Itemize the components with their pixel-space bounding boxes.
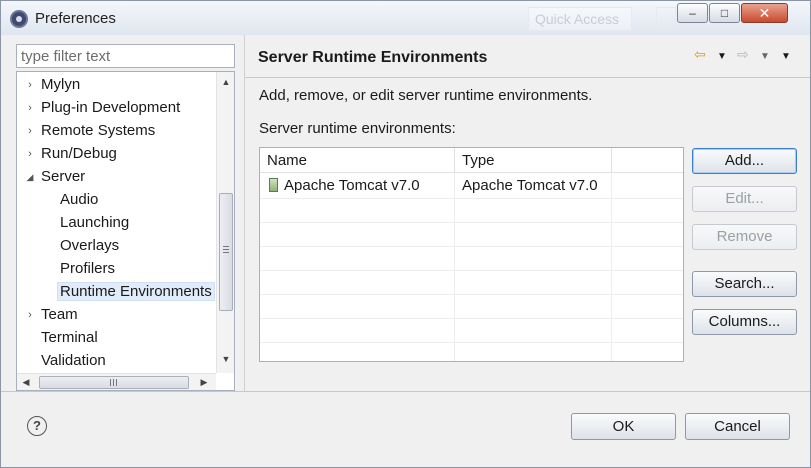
close-icon: ✕: [758, 4, 771, 21]
server-runtime-icon: [269, 178, 278, 192]
back-menu-icon[interactable]: ▼: [717, 51, 727, 62]
background-toolbar-button: [656, 7, 676, 31]
pane-divider[interactable]: [244, 35, 245, 391]
tree-item-label: Overlays: [60, 237, 120, 254]
tree-item-label: Validation: [41, 352, 106, 369]
back-arrow-icon[interactable]: ⇦: [694, 46, 706, 63]
tree-item-label: Remote Systems: [41, 122, 156, 139]
column-gridline: [611, 173, 612, 361]
help-icon[interactable]: ?: [27, 416, 47, 436]
tree-item-label: Profilers: [60, 260, 116, 277]
runtime-environments-table[interactable]: Name Type Apache Tomcat v7.0 Apache Tomc…: [259, 147, 684, 362]
runtime-type[interactable]: Apache Tomcat v7.0: [455, 174, 598, 198]
tree-item-label: Run/Debug: [41, 145, 117, 162]
window-title: Preferences: [35, 10, 116, 27]
page-title: Server Runtime Environments: [258, 49, 488, 66]
horizontal-scroll-thumb[interactable]: [39, 376, 189, 389]
tree-item-label: Terminal: [41, 329, 98, 346]
page-description: Add, remove, or edit server runtime envi…: [259, 87, 593, 104]
tree-horizontal-scrollbar[interactable]: ◀ ▶: [17, 373, 216, 390]
tree-item-label: Audio: [60, 191, 99, 208]
grip-icon: [223, 246, 229, 253]
row-gridline: [260, 198, 683, 199]
edit-button[interactable]: Edit...: [692, 186, 797, 212]
columns-button[interactable]: Columns...: [692, 309, 797, 335]
expand-arrow-icon[interactable]: ›: [25, 97, 35, 119]
close-button[interactable]: ✕: [741, 3, 788, 23]
row-gridline: [260, 222, 683, 223]
column-header-filler: [612, 148, 683, 173]
cancel-button[interactable]: Cancel: [685, 413, 790, 440]
column-header-name[interactable]: Name: [260, 148, 455, 173]
collapse-arrow-icon[interactable]: ◢: [25, 166, 35, 188]
preference-tree[interactable]: › Mylyn › Plug-in Development › Remote S…: [16, 71, 235, 391]
expand-arrow-icon[interactable]: ›: [25, 120, 35, 142]
scroll-up-icon[interactable]: ▲: [217, 77, 234, 87]
grip-icon: [110, 379, 117, 386]
maximize-button[interactable]: □: [709, 3, 740, 23]
table-row[interactable]: Apache Tomcat v7.0: [262, 174, 420, 198]
tree-item-launching[interactable]: Launching: [60, 212, 129, 234]
row-gridline: [260, 342, 683, 343]
tree-item-label: Team: [41, 306, 78, 323]
tree-item-runtime-environments[interactable]: Runtime Environments: [57, 281, 215, 303]
preferences-dialog: Preferences Quick Access ‒ □ ✕ › Mylyn ›…: [0, 0, 811, 468]
title-bar: Preferences Quick Access ‒ □ ✕: [1, 1, 810, 35]
search-button[interactable]: Search...: [692, 271, 797, 297]
tree-item-label: Runtime Environments: [57, 282, 215, 301]
scroll-left-icon[interactable]: ◀: [17, 377, 35, 388]
view-menu-icon[interactable]: ▼: [781, 51, 791, 62]
vertical-scroll-thumb[interactable]: [219, 193, 233, 311]
tree-item-audio[interactable]: Audio: [60, 189, 98, 211]
column-gridline: [454, 173, 455, 361]
minimize-button[interactable]: ‒: [677, 3, 708, 23]
row-gridline: [260, 270, 683, 271]
tree-item-label: Launching: [60, 214, 130, 231]
runtime-name: Apache Tomcat v7.0: [284, 177, 420, 194]
tree-item-profilers[interactable]: Profilers: [60, 258, 115, 280]
title-separator: [245, 77, 810, 78]
column-header-type[interactable]: Type: [455, 148, 612, 173]
runtime-list-label: Server runtime environments:: [259, 120, 456, 137]
minimize-icon: ‒: [689, 6, 696, 20]
tree-item-terminal[interactable]: Terminal: [41, 327, 98, 349]
scroll-right-icon[interactable]: ▶: [195, 377, 213, 388]
tree-item-validation[interactable]: Validation: [41, 350, 106, 372]
filter-input[interactable]: [16, 44, 235, 68]
ok-button[interactable]: OK: [571, 413, 676, 440]
maximize-icon: □: [720, 6, 729, 20]
scroll-down-icon[interactable]: ▼: [217, 354, 234, 364]
row-gridline: [260, 294, 683, 295]
row-gridline: [260, 246, 683, 247]
tree-item-label: Plug-in Development: [41, 99, 181, 116]
eclipse-app-icon: [10, 10, 28, 28]
add-button[interactable]: Add...: [692, 148, 797, 174]
tree-vertical-scrollbar[interactable]: ▲ ▼: [216, 72, 234, 373]
remove-button[interactable]: Remove: [692, 224, 797, 250]
forward-menu-icon[interactable]: ▼: [760, 51, 770, 62]
expand-arrow-icon[interactable]: ›: [25, 304, 35, 326]
expand-arrow-icon[interactable]: ›: [25, 74, 35, 96]
tree-item-label: Server: [41, 168, 86, 185]
forward-arrow-icon[interactable]: ⇨: [737, 46, 749, 63]
footer-separator: [1, 391, 810, 392]
row-gridline: [260, 318, 683, 319]
tree-item-label: Mylyn: [41, 76, 81, 93]
quick-access-field: Quick Access: [528, 7, 632, 31]
tree-item-overlays[interactable]: Overlays: [60, 235, 119, 257]
expand-arrow-icon[interactable]: ›: [25, 143, 35, 165]
